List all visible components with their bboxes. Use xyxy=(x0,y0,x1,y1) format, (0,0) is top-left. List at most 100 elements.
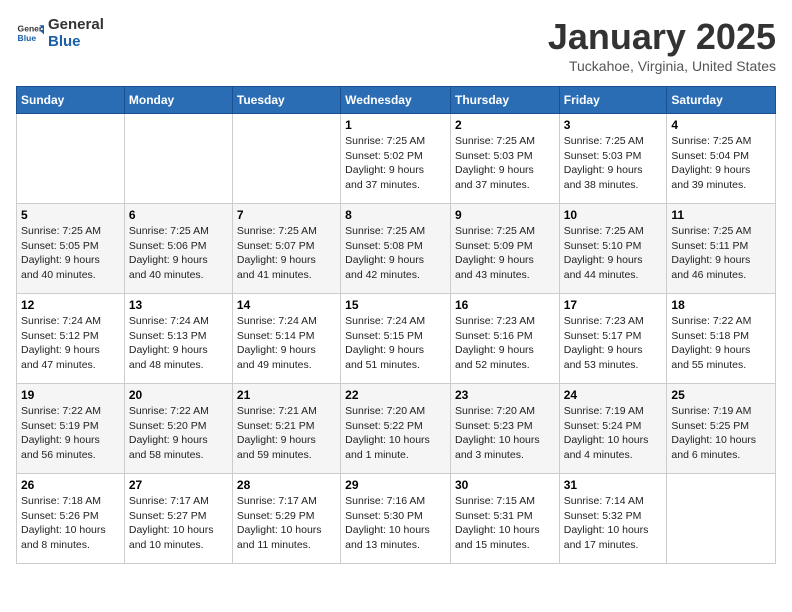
calendar-cell: 26 Sunrise: 7:18 AM Sunset: 5:26 PM Dayli… xyxy=(17,474,125,564)
day-info: Sunrise: 7:23 AM Sunset: 5:17 PM Dayligh… xyxy=(564,314,663,373)
calendar-cell: 4Sunrise: 7:25 AM Sunset: 5:04 PM Daylig… xyxy=(667,114,776,204)
day-number: 16 xyxy=(455,298,555,312)
calendar-cell: 16 Sunrise: 7:23 AM Sunset: 5:16 PM Dayli… xyxy=(450,294,559,384)
day-info: Sunrise: 7:18 AM Sunset: 5:26 PM Dayligh… xyxy=(21,494,120,553)
day-info: Sunrise: 7:19 AM Sunset: 5:24 PM Dayligh… xyxy=(564,404,663,463)
day-number: 29 xyxy=(345,478,446,492)
calendar-cell: 25Sunrise: 7:19 AM Sunset: 5:25 PM Dayli… xyxy=(667,384,776,474)
calendar-cell: 9 Sunrise: 7:25 AM Sunset: 5:09 PM Daylig… xyxy=(450,204,559,294)
day-number: 11 xyxy=(671,208,771,222)
day-number: 30 xyxy=(455,478,555,492)
calendar-cell xyxy=(232,114,340,204)
day-number: 26 xyxy=(21,478,120,492)
week-row-5: 26 Sunrise: 7:18 AM Sunset: 5:26 PM Dayli… xyxy=(17,474,776,564)
day-number: 2 xyxy=(455,118,555,132)
day-number: 12 xyxy=(21,298,120,312)
week-row-2: 5Sunrise: 7:25 AM Sunset: 5:05 PM Daylig… xyxy=(17,204,776,294)
day-info: Sunrise: 7:25 AM Sunset: 5:03 PM Dayligh… xyxy=(455,134,555,193)
day-info: Sunrise: 7:14 AM Sunset: 5:32 PM Dayligh… xyxy=(564,494,663,553)
day-info: Sunrise: 7:23 AM Sunset: 5:16 PM Dayligh… xyxy=(455,314,555,373)
calendar-cell: 10 Sunrise: 7:25 AM Sunset: 5:10 PM Dayli… xyxy=(559,204,667,294)
calendar-cell: 15 Sunrise: 7:24 AM Sunset: 5:15 PM Dayli… xyxy=(341,294,451,384)
week-row-4: 19Sunrise: 7:22 AM Sunset: 5:19 PM Dayli… xyxy=(17,384,776,474)
weekday-header-wednesday: Wednesday xyxy=(341,87,451,114)
calendar-cell: 8 Sunrise: 7:25 AM Sunset: 5:08 PM Daylig… xyxy=(341,204,451,294)
day-number: 15 xyxy=(345,298,446,312)
day-info: Sunrise: 7:25 AM Sunset: 5:03 PM Dayligh… xyxy=(564,134,663,193)
day-info: Sunrise: 7:25 AM Sunset: 5:07 PM Dayligh… xyxy=(237,224,336,283)
day-number: 4 xyxy=(671,118,771,132)
day-info: Sunrise: 7:17 AM Sunset: 5:29 PM Dayligh… xyxy=(237,494,336,553)
day-info: Sunrise: 7:16 AM Sunset: 5:30 PM Dayligh… xyxy=(345,494,446,553)
day-number: 6 xyxy=(129,208,228,222)
day-info: Sunrise: 7:22 AM Sunset: 5:20 PM Dayligh… xyxy=(129,404,228,463)
calendar-cell: 19Sunrise: 7:22 AM Sunset: 5:19 PM Dayli… xyxy=(17,384,125,474)
day-info: Sunrise: 7:20 AM Sunset: 5:23 PM Dayligh… xyxy=(455,404,555,463)
calendar-cell xyxy=(124,114,232,204)
calendar-cell: 22 Sunrise: 7:20 AM Sunset: 5:22 PM Dayli… xyxy=(341,384,451,474)
weekday-header-row: SundayMondayTuesdayWednesdayThursdayFrid… xyxy=(17,87,776,114)
calendar-cell: 21 Sunrise: 7:21 AM Sunset: 5:21 PM Dayli… xyxy=(232,384,340,474)
logo-icon: General Blue xyxy=(16,19,44,47)
day-number: 22 xyxy=(345,388,446,402)
day-number: 9 xyxy=(455,208,555,222)
day-number: 13 xyxy=(129,298,228,312)
calendar-cell: 18 Sunrise: 7:22 AM Sunset: 5:18 PM Dayli… xyxy=(667,294,776,384)
day-info: Sunrise: 7:25 AM Sunset: 5:08 PM Dayligh… xyxy=(345,224,446,283)
day-number: 8 xyxy=(345,208,446,222)
calendar-cell: 20 Sunrise: 7:22 AM Sunset: 5:20 PM Dayli… xyxy=(124,384,232,474)
day-info: Sunrise: 7:22 AM Sunset: 5:18 PM Dayligh… xyxy=(671,314,771,373)
day-number: 24 xyxy=(564,388,663,402)
calendar-cell: 12Sunrise: 7:24 AM Sunset: 5:12 PM Dayli… xyxy=(17,294,125,384)
day-number: 20 xyxy=(129,388,228,402)
weekday-header-tuesday: Tuesday xyxy=(232,87,340,114)
calendar-cell: 23 Sunrise: 7:20 AM Sunset: 5:23 PM Dayli… xyxy=(450,384,559,474)
calendar-table: SundayMondayTuesdayWednesdayThursdayFrid… xyxy=(16,86,776,564)
day-number: 18 xyxy=(671,298,771,312)
calendar-cell: 30 Sunrise: 7:15 AM Sunset: 5:31 PM Dayli… xyxy=(450,474,559,564)
day-info: Sunrise: 7:25 AM Sunset: 5:10 PM Dayligh… xyxy=(564,224,663,283)
day-info: Sunrise: 7:21 AM Sunset: 5:21 PM Dayligh… xyxy=(237,404,336,463)
day-info: Sunrise: 7:25 AM Sunset: 5:09 PM Dayligh… xyxy=(455,224,555,283)
day-info: Sunrise: 7:25 AM Sunset: 5:06 PM Dayligh… xyxy=(129,224,228,283)
day-info: Sunrise: 7:19 AM Sunset: 5:25 PM Dayligh… xyxy=(671,404,771,463)
day-number: 14 xyxy=(237,298,336,312)
calendar-cell: 13 Sunrise: 7:24 AM Sunset: 5:13 PM Dayli… xyxy=(124,294,232,384)
day-number: 17 xyxy=(564,298,663,312)
svg-text:General: General xyxy=(18,23,44,33)
month-title: January 2025 xyxy=(548,16,776,58)
day-info: Sunrise: 7:22 AM Sunset: 5:19 PM Dayligh… xyxy=(21,404,120,463)
day-number: 1 xyxy=(345,118,446,132)
day-number: 21 xyxy=(237,388,336,402)
day-info: Sunrise: 7:24 AM Sunset: 5:13 PM Dayligh… xyxy=(129,314,228,373)
day-info: Sunrise: 7:15 AM Sunset: 5:31 PM Dayligh… xyxy=(455,494,555,553)
calendar-cell xyxy=(17,114,125,204)
week-row-1: 1 Sunrise: 7:25 AM Sunset: 5:02 PM Daylig… xyxy=(17,114,776,204)
calendar-cell: 14 Sunrise: 7:24 AM Sunset: 5:14 PM Dayli… xyxy=(232,294,340,384)
weekday-header-sunday: Sunday xyxy=(17,87,125,114)
day-number: 28 xyxy=(237,478,336,492)
day-info: Sunrise: 7:25 AM Sunset: 5:02 PM Dayligh… xyxy=(345,134,446,193)
svg-text:Blue: Blue xyxy=(18,33,37,43)
calendar-cell: 29 Sunrise: 7:16 AM Sunset: 5:30 PM Dayli… xyxy=(341,474,451,564)
location-subtitle: Tuckahoe, Virginia, United States xyxy=(548,58,776,74)
weekday-header-friday: Friday xyxy=(559,87,667,114)
calendar-cell: 2 Sunrise: 7:25 AM Sunset: 5:03 PM Daylig… xyxy=(450,114,559,204)
day-info: Sunrise: 7:24 AM Sunset: 5:15 PM Dayligh… xyxy=(345,314,446,373)
calendar-cell: 7 Sunrise: 7:25 AM Sunset: 5:07 PM Daylig… xyxy=(232,204,340,294)
day-number: 23 xyxy=(455,388,555,402)
calendar-cell: 1 Sunrise: 7:25 AM Sunset: 5:02 PM Daylig… xyxy=(341,114,451,204)
day-number: 10 xyxy=(564,208,663,222)
logo-general: General xyxy=(48,16,104,33)
day-info: Sunrise: 7:25 AM Sunset: 5:05 PM Dayligh… xyxy=(21,224,120,283)
day-number: 31 xyxy=(564,478,663,492)
day-info: Sunrise: 7:25 AM Sunset: 5:11 PM Dayligh… xyxy=(671,224,771,283)
day-info: Sunrise: 7:24 AM Sunset: 5:14 PM Dayligh… xyxy=(237,314,336,373)
day-number: 7 xyxy=(237,208,336,222)
weekday-header-thursday: Thursday xyxy=(450,87,559,114)
week-row-3: 12Sunrise: 7:24 AM Sunset: 5:12 PM Dayli… xyxy=(17,294,776,384)
day-number: 27 xyxy=(129,478,228,492)
logo: General Blue General Blue xyxy=(16,16,104,50)
day-info: Sunrise: 7:20 AM Sunset: 5:22 PM Dayligh… xyxy=(345,404,446,463)
logo-blue: Blue xyxy=(48,33,81,50)
